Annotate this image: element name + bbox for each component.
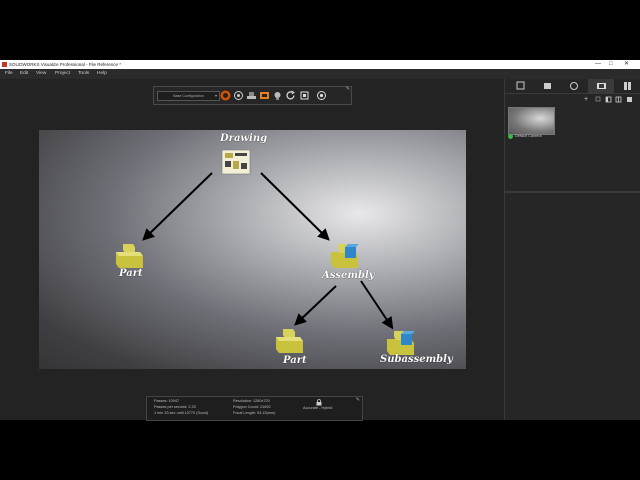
stat-time: 1 min 33 sec until 10770 (Good) (154, 411, 209, 415)
pin-icon[interactable]: ✎ (346, 86, 350, 92)
drawing-sheet-icon (221, 149, 251, 175)
stat-focal-length: Focal Length: 54.15(mm) (233, 411, 276, 415)
subassembly-model-icon (387, 331, 415, 355)
stat-passes-per-sec: Passes per second: 2.23 (154, 405, 196, 409)
arrow-drawing-to-assembly (260, 172, 330, 241)
tab-cameras-icon[interactable] (588, 79, 614, 93)
menu-bar: File Edit View Project Tools Help (0, 69, 640, 79)
tab-appearances-icon[interactable] (534, 79, 560, 93)
orbit-icon[interactable] (233, 90, 244, 101)
refresh-icon[interactable] (285, 90, 296, 101)
app-window: SOLIDWORKS Visualize Professional - File… (0, 60, 640, 421)
arrow-assembly-to-subassembly (360, 280, 394, 330)
tab-scenes-icon[interactable] (561, 79, 587, 93)
stat-resolution: Resolution: 1280x720 (233, 399, 270, 403)
camera-label: Default Camera (515, 134, 542, 138)
palette-tabs (505, 79, 640, 94)
light-icon[interactable] (272, 90, 283, 101)
viewport-toolbar: Base Configuration ▾ ✎ (153, 86, 352, 105)
configuration-select[interactable]: Base Configuration ▾ (157, 91, 220, 101)
window-title: SOLIDWORKS Visualize Professional - File… (9, 62, 121, 67)
camera-mode-icon[interactable] (220, 90, 231, 101)
label-subassembly: Subassembly (380, 354, 453, 365)
check-icon (508, 134, 513, 139)
tab-libraries-icon[interactable] (615, 79, 640, 93)
camera-thumbnail[interactable] (508, 107, 555, 135)
menu-project[interactable]: Project (55, 69, 70, 79)
chevron-down-icon: ▾ (214, 93, 217, 98)
copy-icon[interactable] (595, 96, 602, 103)
lock-icon[interactable] (316, 399, 322, 406)
panel-splitter[interactable] (505, 191, 640, 193)
label-drawing: Drawing (220, 133, 268, 144)
part-model-icon-2 (276, 329, 303, 353)
view-large-icon[interactable] (626, 96, 633, 103)
arrow-drawing-to-part (142, 172, 213, 241)
app-logo-icon (2, 62, 7, 67)
render-icon[interactable] (259, 90, 270, 101)
minimize-icon[interactable]: — (595, 60, 601, 69)
floor-icon[interactable] (246, 90, 257, 101)
stat-polygon-count: Polygon Count: 21692 (233, 405, 271, 409)
arrow-assembly-to-part (294, 285, 337, 326)
right-palette: + Default Camera (504, 79, 640, 420)
part-model-icon (116, 244, 143, 268)
title-bar: SOLIDWORKS Visualize Professional - File… (0, 60, 640, 69)
menu-help[interactable]: Help (97, 69, 107, 79)
add-camera-icon[interactable]: + (584, 96, 591, 103)
menu-file[interactable]: File (5, 69, 13, 79)
menu-edit[interactable]: Edit (20, 69, 28, 79)
hierarchy-diagram (116, 149, 415, 355)
render-stats-panel: Passes: 10947 Passes per second: 2.23 1 … (146, 396, 363, 421)
settings-icon[interactable] (316, 90, 327, 101)
close-icon[interactable]: ✕ (624, 60, 629, 69)
cube-icon[interactable] (299, 90, 310, 101)
label-part-2: Part (283, 355, 307, 366)
configuration-value: Base Configuration (173, 94, 204, 98)
render-viewport[interactable]: Drawing Part Assembly Part Subassembly (39, 130, 466, 369)
assembly-model-icon (331, 244, 359, 268)
label-assembly: Assembly (322, 270, 375, 281)
label-part: Part (119, 268, 143, 279)
view-list-icon[interactable] (605, 96, 612, 103)
menu-view[interactable]: View (36, 69, 46, 79)
render-mode-status: Accurate - Hybrid (303, 406, 333, 410)
menu-tools[interactable]: Tools (78, 69, 89, 79)
maximize-icon[interactable]: □ (609, 60, 613, 69)
view-grid-icon[interactable] (615, 96, 622, 103)
pin-icon-stats[interactable]: ✎ (356, 397, 360, 403)
tab-models-icon[interactable] (507, 79, 533, 93)
stat-passes: Passes: 10947 (154, 399, 180, 403)
